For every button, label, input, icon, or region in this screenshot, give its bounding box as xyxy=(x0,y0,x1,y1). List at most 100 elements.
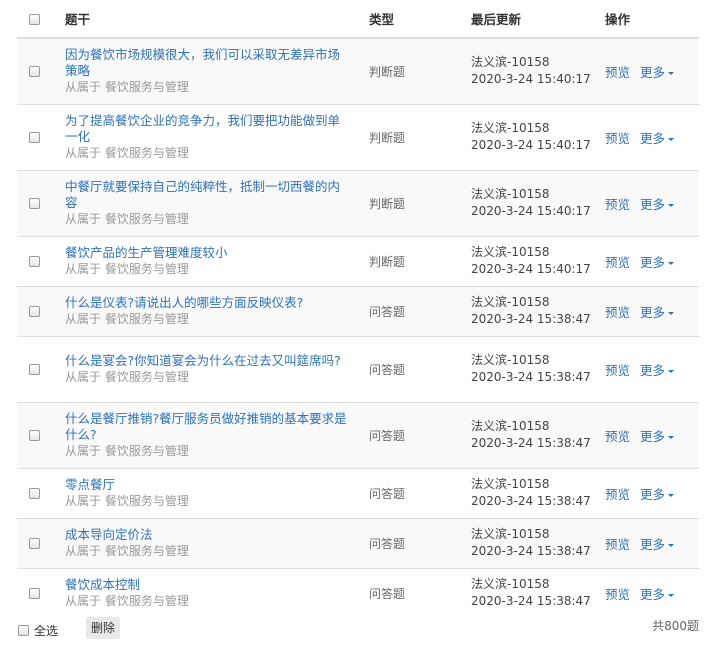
row-title-cell: 什么是餐厅推销?餐厅服务员做好推销的基本要求是什么? 从属于 餐饮服务与管理 xyxy=(55,401,361,468)
updated-time: 2020-3-24 15:38:47 xyxy=(471,494,591,508)
table-row: 零点餐厅 从属于 餐饮服务与管理 问答题 法义滨-10158 2020-3-24… xyxy=(17,467,699,518)
last-updated-cell: 法义滨-10158 2020-3-24 15:40:17 xyxy=(463,37,597,104)
question-type: 问答题 xyxy=(361,285,463,336)
updated-by: 法义滨-10158 xyxy=(471,187,550,201)
more-label: 更多 xyxy=(640,362,666,378)
ops-cell: 预览 更多 xyxy=(597,517,699,568)
table-row: 为了提高餐饮企业的竞争力，我们要把功能做到单一化 从属于 餐饮服务与管理 判断题… xyxy=(17,103,699,170)
more-label: 更多 xyxy=(640,196,666,212)
question-title-link[interactable]: 中餐厅就要保持自己的纯粹性，抵制一切西餐的内容 xyxy=(65,179,347,211)
preview-link[interactable]: 预览 xyxy=(605,255,630,270)
more-dropdown[interactable]: 更多 xyxy=(640,586,675,602)
delete-button[interactable]: 删除 xyxy=(86,617,121,639)
updated-time: 2020-3-24 15:40:17 xyxy=(471,72,591,87)
row-checkbox[interactable] xyxy=(29,430,40,441)
select-all-header-checkbox[interactable] xyxy=(29,14,40,25)
question-title-link[interactable]: 餐饮成本控制 xyxy=(65,577,347,593)
row-checkbox[interactable] xyxy=(29,132,40,143)
preview-link[interactable]: 预览 xyxy=(605,429,630,444)
updated-by: 法义滨-10158 xyxy=(471,55,550,70)
caret-down-icon xyxy=(668,71,675,75)
question-title-link[interactable]: 成本导向定价法 xyxy=(65,527,347,543)
preview-link[interactable]: 预览 xyxy=(605,197,630,212)
ops-cell: 预览 更多 xyxy=(597,235,699,286)
question-category: 从属于 餐饮服务与管理 xyxy=(65,211,189,226)
row-checkbox[interactable] xyxy=(29,198,40,209)
preview-link[interactable]: 预览 xyxy=(605,363,630,378)
caret-down-icon xyxy=(668,493,675,497)
ops-cell: 预览 更多 xyxy=(597,103,699,170)
more-dropdown[interactable]: 更多 xyxy=(640,65,675,80)
more-dropdown[interactable]: 更多 xyxy=(640,487,675,502)
preview-link[interactable]: 预览 xyxy=(605,537,630,552)
more-dropdown[interactable]: 更多 xyxy=(640,305,675,320)
preview-link[interactable]: 预览 xyxy=(605,305,630,320)
last-updated-cell: 法义滨-10158 2020-3-24 15:38:47 xyxy=(463,567,597,618)
select-all-label[interactable]: 全选 xyxy=(34,622,58,639)
question-category: 从属于 餐饮服务与管理 xyxy=(65,145,189,160)
row-check-cell xyxy=(17,235,55,286)
more-label: 更多 xyxy=(640,428,666,444)
question-category: 从属于 餐饮服务与管理 xyxy=(65,369,189,384)
row-title-cell: 中餐厅就要保持自己的纯粹性，抵制一切西餐的内容 从属于 餐饮服务与管理 xyxy=(55,169,361,236)
last-updated-cell: 法义滨-10158 2020-3-24 15:40:17 xyxy=(463,235,597,286)
question-title-link[interactable]: 什么是仪表?请说出人的哪些方面反映仪表? xyxy=(65,295,347,311)
ops-cell: 预览 更多 xyxy=(597,335,699,402)
question-category: 从属于 餐饮服务与管理 xyxy=(65,593,189,608)
select-all-checkbox[interactable] xyxy=(18,625,29,636)
last-updated-cell: 法义滨-10158 2020-3-24 15:38:47 xyxy=(463,467,597,518)
more-dropdown[interactable]: 更多 xyxy=(640,196,675,212)
question-title-link[interactable]: 为了提高餐饮企业的竞争力，我们要把功能做到单一化 xyxy=(65,113,347,145)
question-type: 判断题 xyxy=(361,169,463,236)
table-row: 成本导向定价法 从属于 餐饮服务与管理 问答题 法义滨-10158 2020-3… xyxy=(17,517,699,568)
ops-cell: 预览 更多 xyxy=(597,37,699,104)
updated-by: 法义滨-10158 xyxy=(471,353,550,367)
row-checkbox[interactable] xyxy=(29,66,40,78)
table-body: 因为餐饮市场规模很大，我们可以采取无差异市场策略 从属于 餐饮服务与管理 判断题… xyxy=(17,37,699,618)
question-title-link[interactable]: 零点餐厅 xyxy=(65,477,347,493)
preview-link[interactable]: 预览 xyxy=(605,487,630,502)
question-title-link[interactable]: 因为餐饮市场规模很大，我们可以采取无差异市场策略 xyxy=(65,47,347,79)
more-label: 更多 xyxy=(640,536,666,552)
updated-time: 2020-3-24 15:38:47 xyxy=(471,312,591,326)
question-type: 判断题 xyxy=(361,235,463,286)
more-dropdown[interactable]: 更多 xyxy=(640,536,675,552)
caret-down-icon xyxy=(668,369,675,373)
updated-time: 2020-3-24 15:40:17 xyxy=(471,204,591,218)
row-checkbox[interactable] xyxy=(29,364,40,375)
table-row: 餐饮成本控制 从属于 餐饮服务与管理 问答题 法义滨-10158 2020-3-… xyxy=(17,567,699,618)
table-header-row: 题干 类型 最后更新 操作 xyxy=(17,0,699,39)
preview-link[interactable]: 预览 xyxy=(605,131,630,146)
row-checkbox[interactable] xyxy=(29,306,40,317)
updated-by: 法义滨-10158 xyxy=(471,527,550,541)
ops-cell: 预览 更多 xyxy=(597,401,699,468)
more-label: 更多 xyxy=(640,586,666,602)
table-row: 餐饮产品的生产管理难度较小 从属于 餐饮服务与管理 判断题 法义滨-10158 … xyxy=(17,235,699,286)
preview-link[interactable]: 预览 xyxy=(605,587,630,602)
more-dropdown[interactable]: 更多 xyxy=(640,255,675,270)
caret-down-icon xyxy=(668,137,675,141)
more-dropdown[interactable]: 更多 xyxy=(640,131,675,146)
row-checkbox[interactable] xyxy=(29,256,40,267)
row-title-cell: 餐饮产品的生产管理难度较小 从属于 餐饮服务与管理 xyxy=(55,235,361,286)
caret-down-icon xyxy=(668,435,675,439)
row-check-cell xyxy=(17,169,55,236)
question-title-link[interactable]: 餐饮产品的生产管理难度较小 xyxy=(65,245,347,261)
question-title-link[interactable]: 什么是宴会?你知道宴会为什么在过去又叫筵席吗? xyxy=(65,353,347,369)
header-updated: 最后更新 xyxy=(463,0,597,39)
last-updated-cell: 法义滨-10158 2020-3-24 15:38:47 xyxy=(463,335,597,402)
more-dropdown[interactable]: 更多 xyxy=(640,362,675,378)
row-checkbox[interactable] xyxy=(29,488,40,499)
row-title-cell: 什么是宴会?你知道宴会为什么在过去又叫筵席吗? 从属于 餐饮服务与管理 xyxy=(55,335,361,402)
table-row: 什么是餐厅推销?餐厅服务员做好推销的基本要求是什么? 从属于 餐饮服务与管理 问… xyxy=(17,401,699,468)
question-title-link[interactable]: 什么是餐厅推销?餐厅服务员做好推销的基本要求是什么? xyxy=(65,411,347,443)
row-checkbox[interactable] xyxy=(29,588,40,600)
preview-link[interactable]: 预览 xyxy=(605,65,630,80)
caret-down-icon xyxy=(668,311,675,315)
row-check-cell xyxy=(17,517,55,568)
row-check-cell xyxy=(17,335,55,402)
last-updated-cell: 法义滨-10158 2020-3-24 15:38:47 xyxy=(463,517,597,568)
more-dropdown[interactable]: 更多 xyxy=(640,428,675,444)
row-checkbox[interactable] xyxy=(29,538,40,549)
caret-down-icon xyxy=(668,593,675,597)
